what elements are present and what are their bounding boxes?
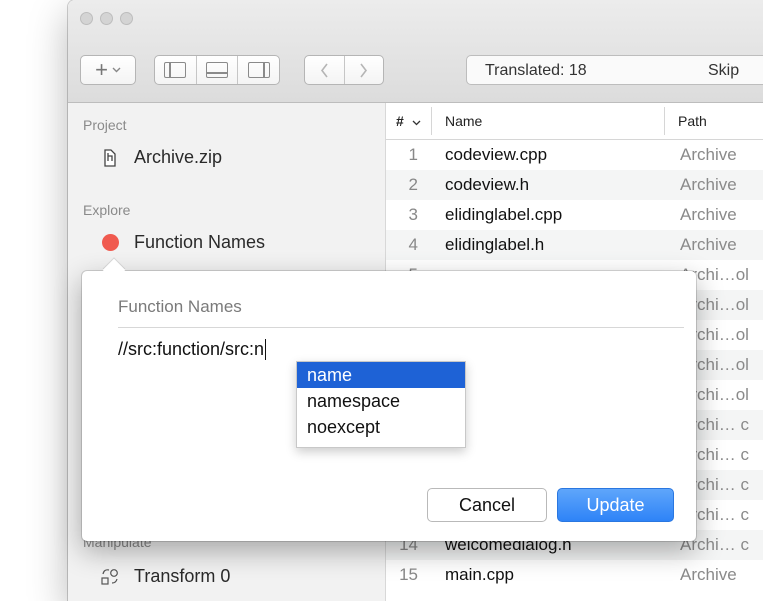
text-caret bbox=[265, 339, 267, 360]
query-input[interactable]: //src:function/src:n bbox=[118, 339, 267, 360]
toggle-right-panel-button[interactable] bbox=[237, 56, 279, 84]
table-row[interactable]: 2 codeview.h Archive bbox=[386, 170, 763, 200]
row-path: Archive bbox=[680, 565, 737, 584]
sidebar-item-archive[interactable]: Archive.zip bbox=[100, 147, 222, 168]
explore-header: Explore bbox=[83, 202, 131, 218]
chevron-down-icon bbox=[412, 120, 421, 126]
status-skip: Skip bbox=[708, 62, 740, 79]
chevron-right-icon bbox=[360, 63, 368, 77]
table-row[interactable]: 3 elidinglabel.cpp Archive bbox=[386, 200, 763, 230]
row-path: Archive bbox=[680, 145, 737, 164]
row-path: Archive bbox=[680, 235, 737, 254]
row-number: 2 bbox=[408, 175, 418, 194]
column-divider bbox=[664, 107, 665, 135]
column-number-label: # bbox=[396, 113, 404, 129]
status-translated: Translated: 18 bbox=[485, 62, 587, 79]
right-panel-icon bbox=[247, 62, 270, 78]
row-number: 15 bbox=[399, 565, 418, 584]
column-number-header[interactable]: # bbox=[396, 113, 421, 129]
bottom-panel-icon bbox=[206, 62, 228, 78]
completion-option-namespace[interactable]: namespace bbox=[297, 388, 465, 414]
navigation-group bbox=[304, 55, 384, 85]
toggle-sidebar-button[interactable] bbox=[155, 56, 196, 84]
row-number: 1 bbox=[408, 145, 418, 164]
document-icon bbox=[100, 148, 120, 167]
chevron-left-icon bbox=[320, 63, 328, 77]
sidebar-item-function-names[interactable]: Function Names bbox=[100, 232, 265, 253]
divider bbox=[118, 327, 684, 328]
toolbar: + Translated: 18 Skip bbox=[68, 0, 763, 103]
minimize-window-button[interactable] bbox=[100, 12, 113, 25]
column-divider bbox=[431, 107, 432, 135]
row-number: 3 bbox=[408, 205, 418, 224]
query-text: //src:function/src:n bbox=[118, 339, 265, 359]
back-button[interactable] bbox=[305, 56, 344, 84]
cancel-button[interactable]: Cancel bbox=[427, 488, 547, 522]
row-name: elidinglabel.h bbox=[445, 235, 545, 254]
completion-option-name[interactable]: name bbox=[297, 362, 465, 388]
plus-icon: + bbox=[95, 57, 108, 82]
table-header: # Name Path bbox=[386, 103, 763, 140]
row-name: elidinglabel.cpp bbox=[445, 205, 563, 224]
status-dot bbox=[101, 234, 119, 251]
dialog-title: Function Names bbox=[118, 297, 242, 316]
row-number: 4 bbox=[408, 235, 418, 254]
zoom-window-button[interactable] bbox=[120, 12, 133, 25]
column-path-header[interactable]: Path bbox=[678, 113, 707, 129]
completion-option-noexcept[interactable]: noexcept bbox=[297, 414, 465, 440]
row-path: Archive bbox=[680, 175, 737, 194]
sidebar-item-transform[interactable]: Transform 0 bbox=[100, 566, 230, 587]
panel-toggle-group bbox=[154, 55, 280, 85]
sidebar-item-label: Archive.zip bbox=[134, 147, 223, 167]
row-name: codeview.h bbox=[445, 175, 530, 194]
project-header: Project bbox=[83, 117, 127, 133]
table-row[interactable]: 4 elidinglabel.h Archive bbox=[386, 230, 763, 260]
row-name: codeview.cpp bbox=[445, 145, 548, 164]
update-button[interactable]: Update bbox=[557, 488, 674, 522]
sidebar-item-label: Function Names bbox=[134, 232, 266, 252]
left-panel-icon bbox=[164, 62, 187, 78]
row-path: Archive bbox=[680, 205, 737, 224]
transform-icon bbox=[100, 567, 120, 587]
row-name: main.cpp bbox=[445, 565, 514, 584]
forward-button[interactable] bbox=[343, 56, 384, 84]
sidebar-item-label: Transform 0 bbox=[134, 566, 231, 586]
close-window-button[interactable] bbox=[80, 12, 93, 25]
status-field: Translated: 18 Skip bbox=[466, 55, 763, 85]
red-dot-icon bbox=[100, 234, 120, 251]
completion-popup: name namespace noexcept bbox=[296, 361, 466, 448]
table-row[interactable]: 1 codeview.cpp Archive bbox=[386, 140, 763, 170]
table-row[interactable]: 15 main.cpp Archive bbox=[386, 560, 763, 590]
toggle-bottom-panel-button[interactable] bbox=[195, 56, 238, 84]
chevron-down-icon bbox=[112, 67, 121, 73]
column-name-header[interactable]: Name bbox=[445, 113, 482, 129]
add-menu-button[interactable]: + bbox=[80, 55, 136, 85]
